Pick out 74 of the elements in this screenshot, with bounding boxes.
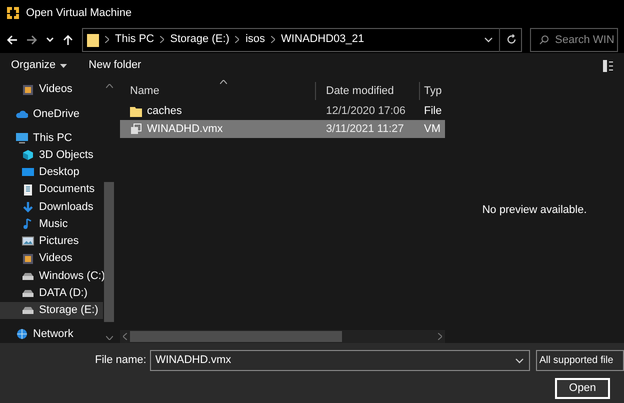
search-icon [539,34,549,44]
address-bar[interactable]: This PC Storage (E:) isos WINADHD03_21 [82,28,522,52]
breadcrumb-item[interactable]: This PC [115,31,154,48]
type-cell: VM [424,122,440,135]
new-folder-button[interactable]: New folder [88,57,142,74]
window-title: Open Virtual Machine [26,6,132,21]
type-cell: File [424,104,442,117]
sidebar-item[interactable]: This PC [0,129,103,147]
sidebar-item[interactable]: Videos [0,81,103,98]
videos-icon [22,84,34,96]
up-arrow-icon[interactable] [62,34,74,46]
scroll-right-icon[interactable] [438,333,442,340]
column-header[interactable]: Typ [420,82,445,100]
chevron-down-icon[interactable] [484,36,493,42]
sidebar-item[interactable]: Documents [0,181,103,198]
drive-icon [22,304,34,316]
sidebar-item[interactable]: Windows (C:) [0,267,103,284]
scroll-down-icon[interactable] [106,336,112,340]
organize-menu-button[interactable]: Organize [11,57,67,74]
column-header[interactable]: Name [120,82,316,100]
file-name: WINADHD.vmx [147,122,223,137]
scrollbar-thumb[interactable] [130,331,342,342]
breadcrumb-item[interactable]: WINADHD03_21 [281,31,364,48]
refresh-icon[interactable] [506,34,517,45]
sidebar-item[interactable]: DATA (D:) [0,284,103,302]
caret-icon [60,64,67,68]
column-header[interactable]: Date modified [316,82,420,100]
view-options-icon[interactable] [603,60,613,72]
chevron-right-icon [271,36,275,43]
chevron-right-icon [235,36,240,43]
date-cell: 3/11/2021 11:27 [326,122,404,135]
preview-message: No preview available. [482,203,587,218]
chevron-down-icon [515,358,524,364]
drive-icon [22,287,34,300]
file-row[interactable]: WINADHD.vmx 3/11/2021 11:27 VM [120,120,445,138]
breadcrumb-item[interactable]: isos [245,31,265,48]
folder-icon [87,32,99,46]
sidebar-item[interactable]: Network [0,326,103,344]
sidebar-item[interactable]: Storage (E:) [0,302,103,319]
videos-icon [22,252,34,265]
network-icon [16,328,28,340]
forward-icon[interactable] [26,34,38,46]
breadcrumb-item[interactable]: Storage (E:) [170,31,230,48]
pc-icon [16,132,28,144]
sidebar-item[interactable]: Downloads [0,198,103,216]
file-name: caches [147,104,182,119]
scroll-up-icon[interactable] [106,84,112,88]
file-type-dropdown[interactable]: All supported file [536,350,624,370]
app-logo-icon [6,6,20,20]
sidebar-item[interactable]: Videos [0,250,103,268]
sidebar-item[interactable]: Desktop [0,164,103,182]
date-cell: 12/1/2020 17:06 [326,104,406,117]
back-icon[interactable] [6,34,18,46]
sidebar-item[interactable]: OneDrive [0,105,103,122]
download-icon [22,200,34,213]
document-icon [22,184,34,196]
cube-icon [22,149,34,162]
open-button[interactable]: Open [555,378,610,399]
sidebar-item[interactable]: 3D Objects [0,146,103,164]
folder-icon [130,105,142,117]
music-icon [22,218,34,230]
file-row[interactable]: caches 12/1/2020 17:06 File [120,102,445,120]
file-name-label: File name: [95,352,146,368]
scroll-left-icon[interactable] [123,333,127,340]
search-field[interactable]: Search WIN [530,28,618,52]
pictures-icon [22,235,34,248]
desktop-icon [22,166,34,178]
sidebar-item[interactable]: Pictures [0,232,103,250]
file-icon [130,123,142,135]
sidebar-item[interactable]: Music [0,216,103,233]
chevron-right-icon [160,36,164,43]
chevron-right-icon [105,36,109,43]
file-name-field[interactable]: WINADHD.vmx [150,350,530,370]
scrollbar-thumb[interactable] [104,182,114,322]
